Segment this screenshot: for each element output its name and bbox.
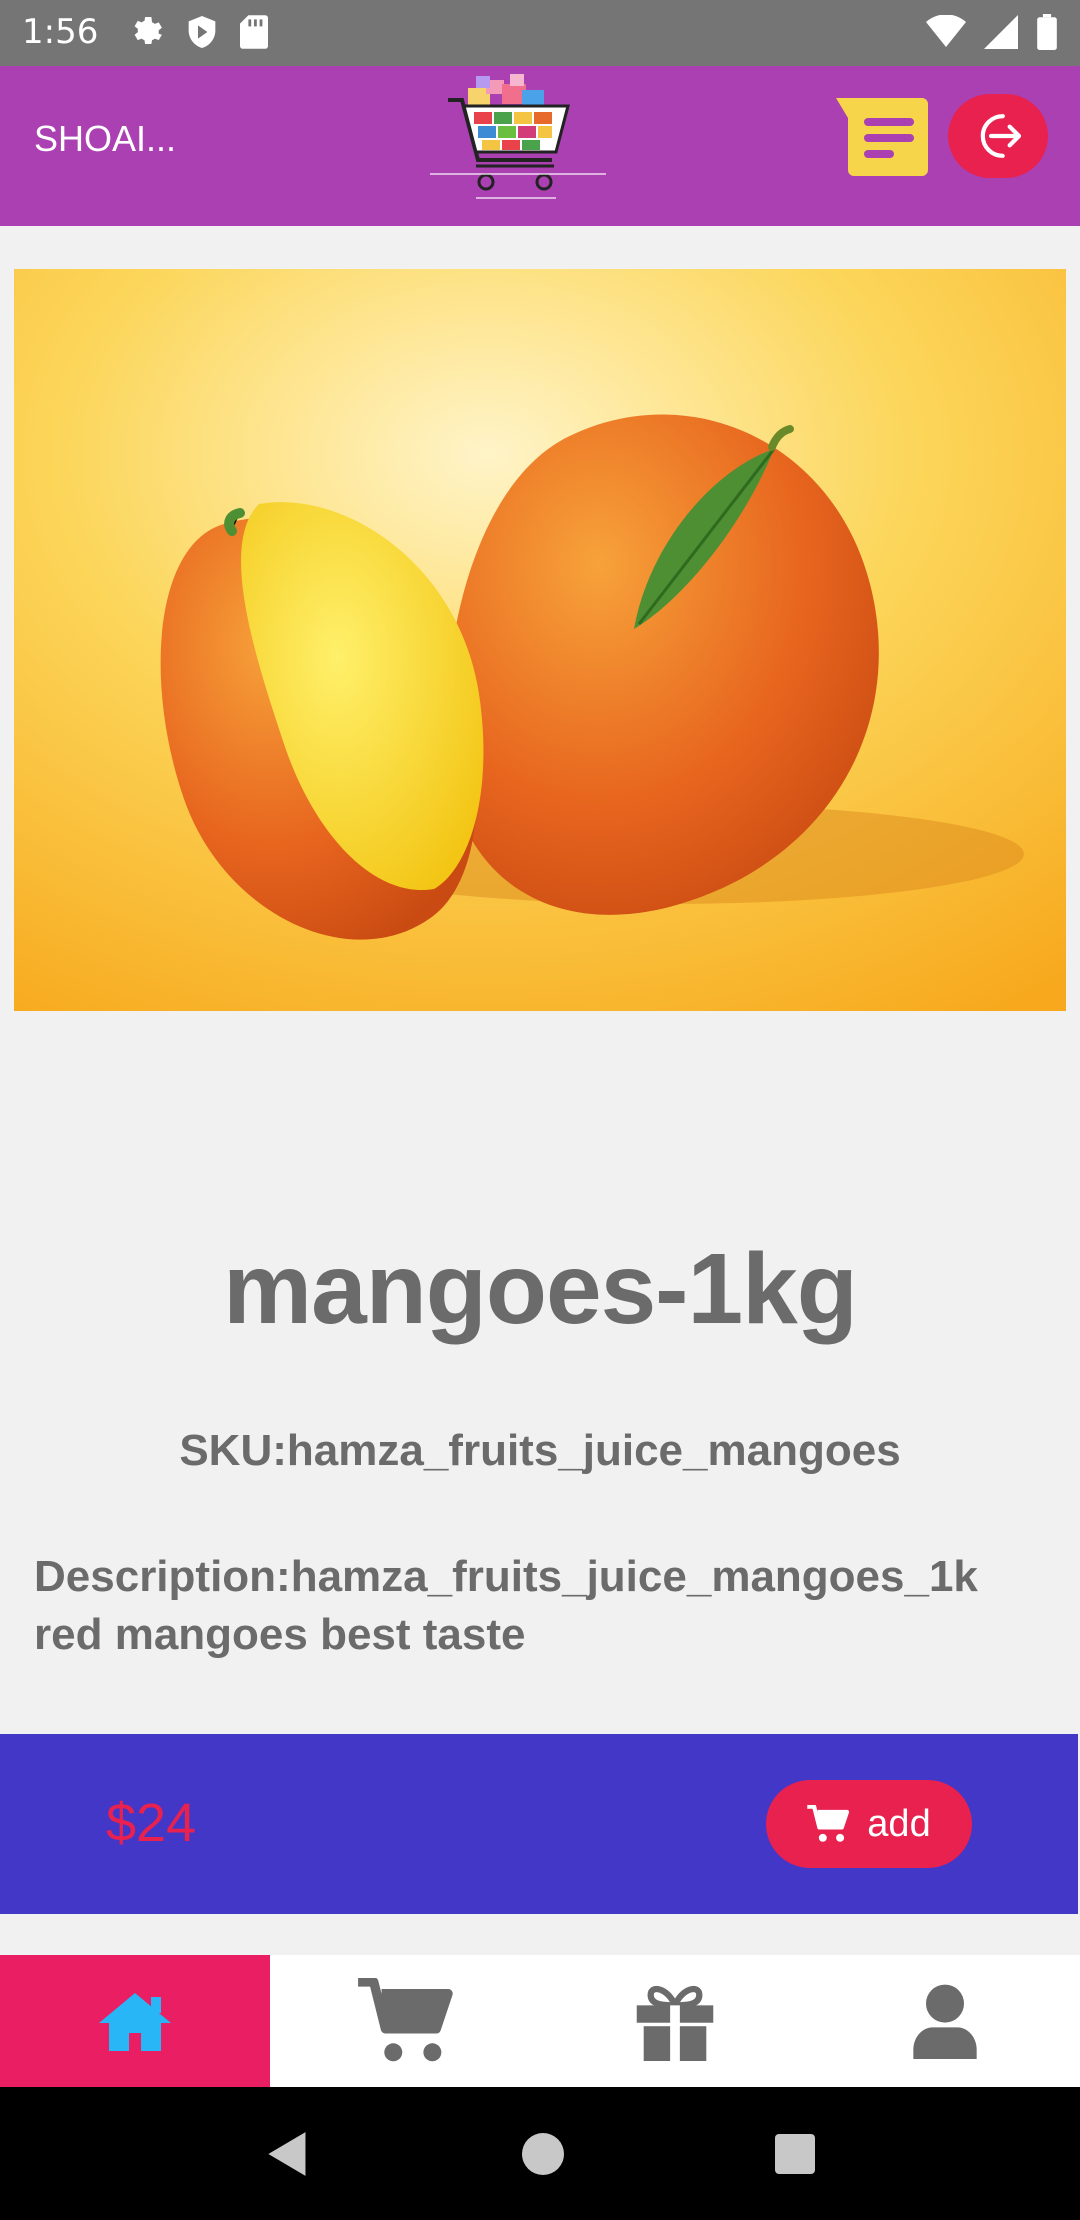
home-icon — [99, 1993, 171, 2051]
status-time: 1:56 — [22, 12, 99, 52]
sd-card-icon — [240, 15, 268, 49]
nav-cart[interactable] — [270, 1955, 540, 2087]
system-navigation-bar — [0, 2087, 1080, 2220]
product-price: $24 — [106, 1793, 197, 1853]
product-title: mangoes-1kg — [223, 1233, 858, 1345]
shopping-cart-logo — [430, 74, 606, 199]
logout-button[interactable] — [948, 94, 1048, 178]
status-icons-right — [926, 14, 1058, 50]
user-name[interactable]: SHOAI... — [34, 118, 176, 160]
status-icons-left — [128, 14, 268, 50]
product-description: Description:hamza_fruits_juice_mangoes_1… — [34, 1548, 1054, 1664]
logout-icon — [980, 114, 1025, 158]
wifi-icon — [926, 15, 966, 47]
recents-icon[interactable] — [774, 2133, 815, 2174]
user-icon — [913, 1984, 977, 2059]
add-button-label: add — [867, 1802, 931, 1845]
product-sku: SKU:hamza_fruits_juice_mangoes — [179, 1426, 901, 1475]
status-bar: 1:56 — [0, 0, 1080, 66]
product-image — [14, 269, 1066, 1011]
nav-profile[interactable] — [810, 1955, 1080, 2087]
product-description-line2: red mangoes best taste — [34, 1610, 526, 1659]
cart-icon — [807, 1805, 850, 1842]
price-bar: $24 add — [0, 1734, 1078, 1914]
settings-icon — [134, 17, 162, 44]
nav-home[interactable] — [0, 1955, 270, 2087]
shield-icon — [188, 16, 216, 48]
cart-icon — [358, 1978, 453, 2062]
bottom-navigation — [0, 1955, 1080, 2087]
battery-icon — [1037, 14, 1057, 50]
back-icon[interactable] — [265, 2130, 311, 2178]
gift-icon — [636, 1985, 714, 2061]
signal-icon — [984, 15, 1018, 49]
product-description-line1: Description:hamza_fruits_juice_mangoes_1… — [34, 1552, 978, 1601]
nav-gifts[interactable] — [540, 1955, 810, 2087]
home-button-icon[interactable] — [521, 2132, 564, 2175]
orders-list-icon[interactable] — [836, 98, 928, 176]
app-bar: SHOAI... — [0, 66, 1080, 226]
add-to-cart-button[interactable]: add — [766, 1780, 972, 1868]
